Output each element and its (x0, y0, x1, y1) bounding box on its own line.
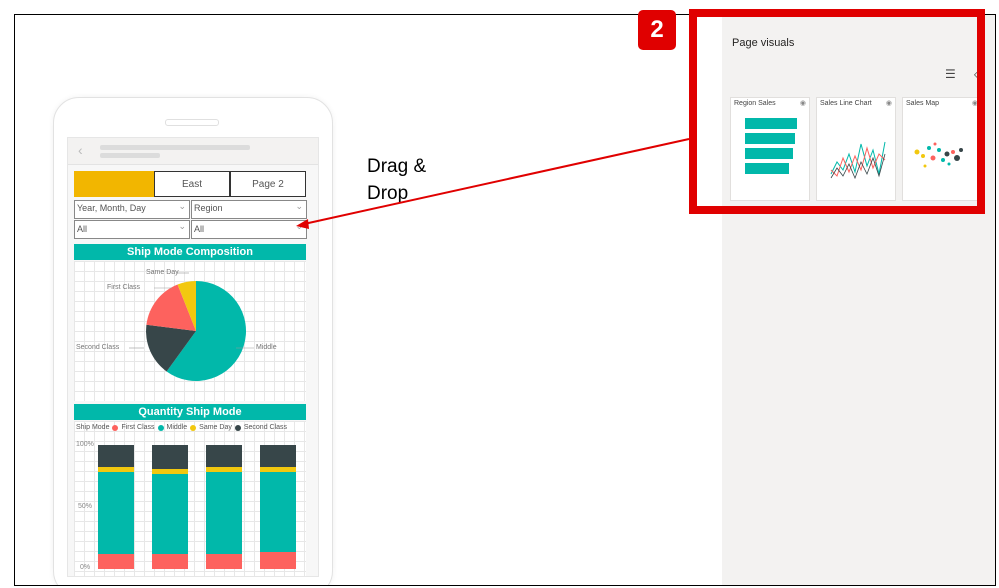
stacked-visual-title: Quantity Ship Mode (74, 404, 306, 420)
stacked-bar-segment-same-day[interactable] (260, 467, 296, 473)
legend-title: Ship Mode (76, 424, 110, 431)
legend-first-class: First Class (121, 424, 155, 431)
stacked-bar-segment-middle[interactable] (206, 472, 242, 555)
pie-visual[interactable]: Same Day First Class Second Class Middle (74, 261, 306, 401)
pie-label-second-class: Second Class (76, 344, 120, 351)
legend-dot-same-day (190, 424, 197, 431)
phone-screen: ‹ East Page 2 Year, Month, Day ⌄ All ⌄ R… (67, 137, 319, 577)
stacked-bar-segment-second-class[interactable] (152, 445, 188, 469)
legend-middle: Middle (166, 424, 188, 431)
y-tick-mid: 50% (78, 503, 93, 510)
legend-dot-second-class (234, 424, 241, 431)
stacked-bar-segment-first-class[interactable] (152, 554, 188, 569)
region-slicer-value: All (194, 224, 205, 234)
page-tabs: East Page 2 (74, 171, 306, 197)
stacked-bar-segment-first-class[interactable] (98, 554, 134, 569)
date-slicer-value: All (77, 224, 88, 234)
stacked-bar-segment-middle[interactable] (260, 472, 296, 552)
drag-drop-line-2: Drop (367, 183, 409, 204)
pie-visual-title: Ship Mode Composition (74, 244, 306, 260)
phone-report-header: ‹ (68, 138, 318, 165)
date-slicer-label: Year, Month, Day (77, 203, 146, 213)
stacked-bar-segment-same-day[interactable] (98, 467, 134, 473)
stacked-bar-segment-middle[interactable] (152, 473, 188, 555)
date-slicer[interactable]: Year, Month, Day ⌄ All ⌄ (74, 200, 190, 240)
page-visuals-highlight (689, 9, 985, 214)
stacked-visual[interactable]: Ship Mode First Class Middle Same Day Se… (74, 421, 306, 576)
drag-drop-callout: Drag & Drop (367, 153, 426, 207)
tab-page-2[interactable]: Page 2 (230, 171, 306, 197)
region-slicer[interactable]: Region ⌄ All ⌄ (191, 200, 307, 240)
tab-east[interactable]: East (154, 171, 230, 197)
stacked-bar-segment-middle[interactable] (98, 472, 134, 555)
stacked-bar-segment-first-class[interactable] (260, 551, 296, 569)
stacked-bar-segment-same-day[interactable] (152, 468, 188, 474)
pie-label-first-class: First Class (107, 284, 141, 291)
region-slicer-label: Region (194, 203, 223, 213)
pie-chart-svg (129, 272, 254, 381)
chevron-down-icon[interactable]: ⌄ (178, 221, 186, 232)
pie-label-middle: Middle (256, 344, 277, 351)
y-tick-bottom: 0% (80, 564, 91, 571)
stacked-bar-segment-second-class[interactable] (98, 445, 134, 468)
pie-label-same-day: Same Day (146, 269, 179, 276)
drag-drop-line-1: Drag & (367, 156, 427, 177)
chevron-down-icon[interactable]: ⌄ (178, 201, 186, 212)
chevron-down-icon[interactable]: ⌄ (295, 201, 303, 212)
header-title-placeholder (100, 145, 250, 150)
legend-dot-middle (157, 424, 164, 431)
tab-active[interactable] (74, 171, 154, 197)
stacked-bar-segment-second-class[interactable] (206, 445, 242, 468)
legend-dot-first-class (112, 424, 119, 431)
y-tick-top: 100% (76, 441, 94, 448)
chevron-down-icon[interactable]: ⌄ (295, 221, 303, 232)
stacked-bar-segment-same-day[interactable] (206, 467, 242, 473)
stacked-bar-segment-first-class[interactable] (206, 554, 242, 569)
legend-same-day: Same Day (199, 424, 232, 431)
legend-second-class: Second Class (243, 424, 288, 431)
phone-speaker (165, 119, 219, 126)
stacked-bar-segment-second-class[interactable] (260, 445, 296, 468)
stacked-legend: Ship Mode First Class Middle Same Day Se… (76, 424, 287, 431)
back-chevron-icon[interactable]: ‹ (78, 142, 83, 158)
header-subtitle-placeholder (100, 153, 160, 158)
step-badge: 2 (638, 10, 676, 50)
